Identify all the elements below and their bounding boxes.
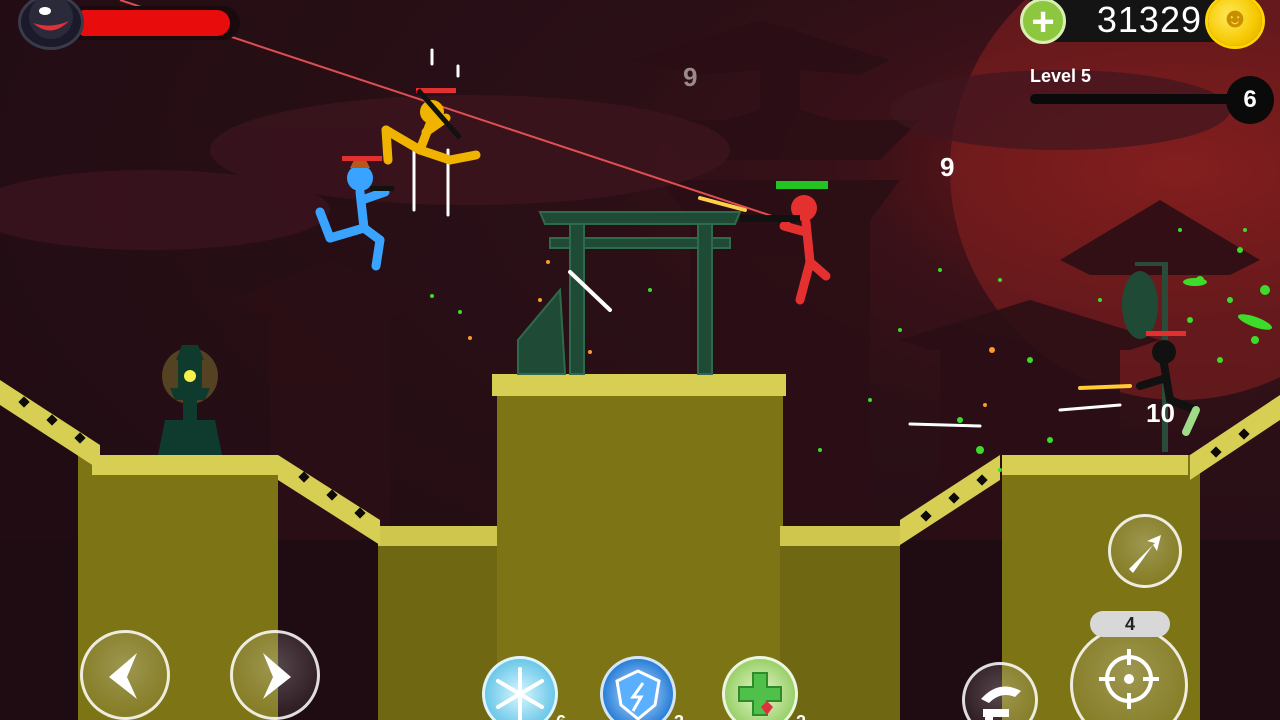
move-right-button[interactable]	[230, 630, 320, 720]
stone-lantern	[158, 345, 222, 455]
health-bar	[76, 6, 240, 40]
jump-icon	[1129, 535, 1161, 573]
platform-low-right	[780, 526, 900, 720]
enemy-red-healthbar	[776, 181, 828, 189]
enemy-ninja-healthbar	[1146, 331, 1186, 336]
jump-button[interactable]	[1108, 514, 1182, 588]
arrow-right-icon	[263, 653, 291, 699]
shield-skill-button[interactable]	[600, 656, 676, 720]
snowflake-icon	[496, 667, 544, 720]
arrow-left-icon	[109, 653, 137, 699]
player-healthbar	[342, 156, 382, 161]
weapon-switch-icon	[981, 686, 1021, 720]
shield-icon	[615, 669, 661, 720]
plus-icon[interactable]: +	[1020, 0, 1066, 44]
game-scene	[0, 0, 1280, 720]
freeze-skill-button[interactable]	[482, 656, 558, 720]
fire-button[interactable]	[1070, 626, 1188, 720]
level-label: Level 5	[1030, 66, 1092, 86]
heal-skill-count: 2	[796, 712, 806, 720]
move-left-button[interactable]	[80, 630, 170, 720]
ammo-count: 4	[1090, 611, 1170, 637]
shield-skill-count: 3	[674, 712, 684, 720]
heal-skill-button[interactable]	[722, 656, 798, 720]
level-progress-bar	[1030, 94, 1244, 104]
game-stage: + 31329 Level 5 6 9 9 10 6 3	[0, 0, 1280, 720]
platform-low-left	[378, 526, 498, 720]
player-gun	[370, 186, 394, 191]
weapon-switch-button[interactable]	[962, 662, 1038, 720]
health-fill	[80, 10, 230, 36]
damage-popup: 10	[1146, 398, 1175, 428]
damage-popup: 9	[683, 62, 698, 92]
coin-count: 31329	[1096, 0, 1202, 40]
medkit-icon	[738, 672, 782, 716]
enemy-red-rifle	[740, 215, 800, 222]
crosshair-icon	[1099, 649, 1159, 709]
freeze-skill-count: 6	[556, 712, 566, 720]
level-badge: 6	[1226, 76, 1274, 124]
torii-gate	[517, 211, 742, 375]
damage-popup: 9	[940, 152, 955, 182]
